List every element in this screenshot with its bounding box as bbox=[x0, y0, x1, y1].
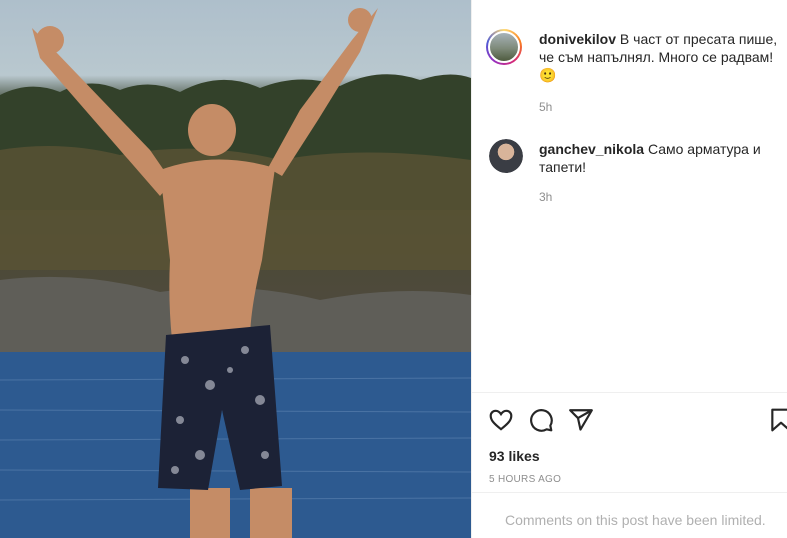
heart-icon[interactable] bbox=[488, 407, 514, 433]
comment-timestamp[interactable]: 3h bbox=[539, 190, 552, 204]
comment-bubble-icon[interactable] bbox=[528, 407, 554, 433]
commenter-avatar[interactable] bbox=[489, 139, 523, 173]
author-avatar[interactable] bbox=[486, 29, 522, 65]
comments-panel: donivekilov В част от пресата пише, че с… bbox=[471, 0, 787, 538]
likes-count[interactable]: 93 likes bbox=[489, 448, 540, 464]
post-actions: 93 likes 5 HOURS AGO Comments on this po… bbox=[472, 392, 787, 538]
comments-limited-bar: Comments on this post have been limited. bbox=[472, 492, 787, 538]
caption-text: donivekilov В част от пресата пише, че с… bbox=[539, 30, 786, 84]
photo-illustration bbox=[0, 8, 471, 538]
bookmark-icon[interactable] bbox=[768, 407, 787, 433]
caption-username[interactable]: donivekilov bbox=[539, 31, 616, 47]
comment-text: ganchev_nikola Само арматура и тапети! bbox=[539, 140, 786, 176]
comments-limited-notice: Comments on this post have been limited. bbox=[505, 512, 766, 528]
post-photo[interactable] bbox=[0, 0, 471, 538]
commenter-username[interactable]: ganchev_nikola bbox=[539, 141, 644, 157]
caption-timestamp[interactable]: 5h bbox=[539, 100, 552, 114]
post-timestamp[interactable]: 5 HOURS AGO bbox=[489, 474, 561, 485]
paper-plane-icon[interactable] bbox=[568, 407, 594, 433]
